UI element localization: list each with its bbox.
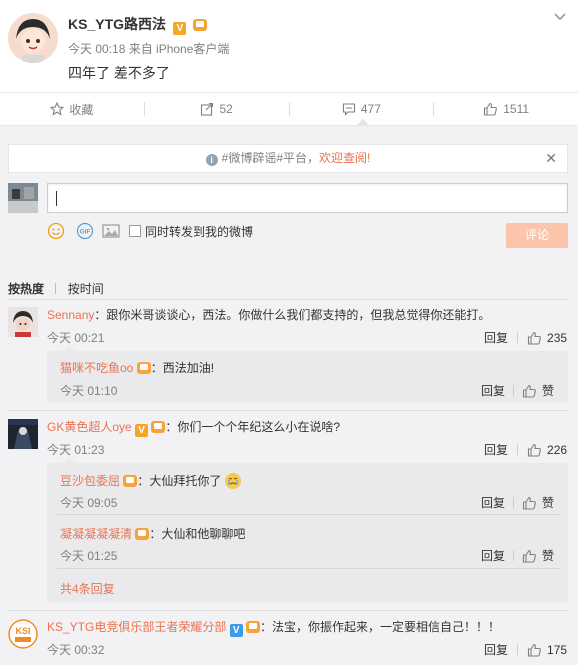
comment-text: ：法宝，你振作起来，一定要相信自己！！！	[260, 620, 501, 634]
notice-tag-text[interactable]: #微博辟谣#平台，	[222, 151, 319, 165]
member-crown-icon	[192, 19, 207, 31]
comment-text: ：你们一个个年纪这么小在说啥?	[165, 420, 341, 434]
comment-time: 今天 01:23	[47, 443, 105, 457]
star-icon	[50, 102, 65, 116]
thumbs-up-icon[interactable]	[527, 643, 542, 657]
comment-time: 今天 00:21	[47, 331, 105, 345]
repost-checkbox-label[interactable]: 同时转发到我的微博	[145, 223, 253, 240]
reply-time: 今天 01:25	[60, 549, 118, 563]
comment-time: 今天 00:32	[47, 643, 105, 657]
reply-button[interactable]: 回复	[484, 641, 508, 658]
rumor-notice: i #微博辟谣#平台，欢迎查阅! ✕	[8, 144, 568, 173]
favorite-button[interactable]: 收藏	[0, 93, 144, 125]
svg-text:GIF: GIF	[80, 229, 91, 236]
comment-username[interactable]: Sennany	[47, 308, 94, 322]
post-meta: 今天 00:18 来自 iPhone客户端	[68, 42, 230, 56]
repost-button[interactable]: 52	[145, 93, 289, 125]
member-crown-icon	[246, 621, 261, 633]
reply-username[interactable]: 猫咪不吃鱼oo	[60, 361, 133, 375]
reply-text: ：大仙拜托你了	[137, 474, 222, 488]
info-icon: i	[205, 154, 218, 166]
reply-arrow	[63, 345, 75, 351]
comment-avatar[interactable]: KSI	[8, 619, 38, 649]
comment-input[interactable]	[47, 183, 568, 213]
favorite-label: 收藏	[69, 102, 94, 117]
verified-icon: V	[229, 624, 243, 637]
thumbs-up-icon[interactable]	[522, 549, 537, 563]
comment-avatar[interactable]	[8, 307, 38, 337]
reply-like-label: 赞	[542, 496, 555, 510]
comment-like-count: 175	[547, 642, 568, 657]
comment-username[interactable]: KS_YTG电竞俱乐部王者荣耀分部	[47, 620, 226, 634]
comment-button[interactable]: 477	[290, 93, 434, 126]
reply-time: 今天 09:05	[60, 496, 118, 510]
member-crown-icon	[136, 362, 151, 374]
thumbs-up-icon[interactable]	[527, 443, 542, 457]
reply-username[interactable]: 豆沙包委屈	[60, 474, 120, 488]
member-crown-icon	[135, 528, 150, 540]
like-button[interactable]: 1511	[434, 93, 578, 125]
member-crown-icon	[151, 421, 166, 433]
crying-emoji-icon	[224, 473, 241, 489]
post-menu-chevron-icon[interactable]	[553, 10, 567, 21]
comment-like-count: 226	[547, 442, 568, 457]
reply-button[interactable]: 回复	[481, 547, 505, 564]
member-crown-icon	[123, 475, 138, 487]
comment-like-count: 235	[547, 330, 568, 345]
reply-button[interactable]: 回复	[481, 494, 505, 511]
text-cursor	[56, 191, 57, 206]
reply-button[interactable]: 回复	[481, 382, 505, 399]
reply-time: 今天 01:10	[60, 384, 118, 398]
verified-icon: V	[135, 424, 149, 437]
notice-link[interactable]: 欢迎查阅!	[319, 151, 370, 165]
emoji-icon[interactable]	[47, 222, 65, 240]
thumbs-up-icon[interactable]	[522, 496, 537, 510]
sort-divider	[55, 283, 57, 294]
reply-text: ：西法加油!	[150, 361, 215, 375]
sort-time-tab[interactable]: 按时间	[68, 282, 104, 296]
sort-hot-tab[interactable]: 按热度	[8, 282, 44, 296]
composer-avatar	[8, 183, 38, 213]
more-replies-link[interactable]: 共4条回复	[60, 580, 115, 597]
reply-button[interactable]: 回复	[484, 441, 508, 458]
image-icon[interactable]	[102, 223, 120, 239]
thumbs-up-icon	[484, 102, 498, 116]
comment-icon	[342, 103, 355, 116]
comment-text: ：跟你米哥谈谈心，西法。你做什么我们都支持的，但我总觉得你还能打。	[94, 308, 491, 322]
repost-count: 52	[219, 102, 233, 116]
verified-icon: V	[173, 22, 187, 35]
like-count: 1511	[503, 102, 530, 116]
reply-arrow	[63, 457, 75, 463]
gif-icon[interactable]: GIF	[76, 222, 94, 240]
post-avatar[interactable]	[8, 13, 58, 63]
action-bar: 收藏 52 477 1511	[0, 93, 578, 126]
reply-like-label: 赞	[542, 549, 555, 563]
comment-count: 477	[360, 102, 381, 116]
submit-comment-button[interactable]: 评论	[506, 223, 568, 248]
close-icon[interactable]: ✕	[545, 145, 557, 172]
reply-username[interactable]: 凝凝凝凝凝清	[60, 527, 132, 541]
thumbs-up-icon[interactable]	[527, 331, 542, 345]
svg-text:KSI: KSI	[15, 626, 30, 636]
thumbs-up-icon[interactable]	[522, 384, 537, 398]
comment-username[interactable]: GK黄色超人oye	[47, 420, 132, 434]
post-content: 四年了 差不多了	[68, 65, 170, 81]
reply-text: ：大仙和他聊聊吧	[149, 527, 246, 541]
reply-button[interactable]: 回复	[484, 329, 508, 346]
repost-icon	[201, 102, 214, 116]
comment-avatar[interactable]	[8, 419, 38, 449]
post-username[interactable]: KS_YTG路西法	[68, 16, 166, 32]
reply-like-label: 赞	[542, 384, 555, 398]
repost-checkbox[interactable]	[129, 225, 141, 237]
